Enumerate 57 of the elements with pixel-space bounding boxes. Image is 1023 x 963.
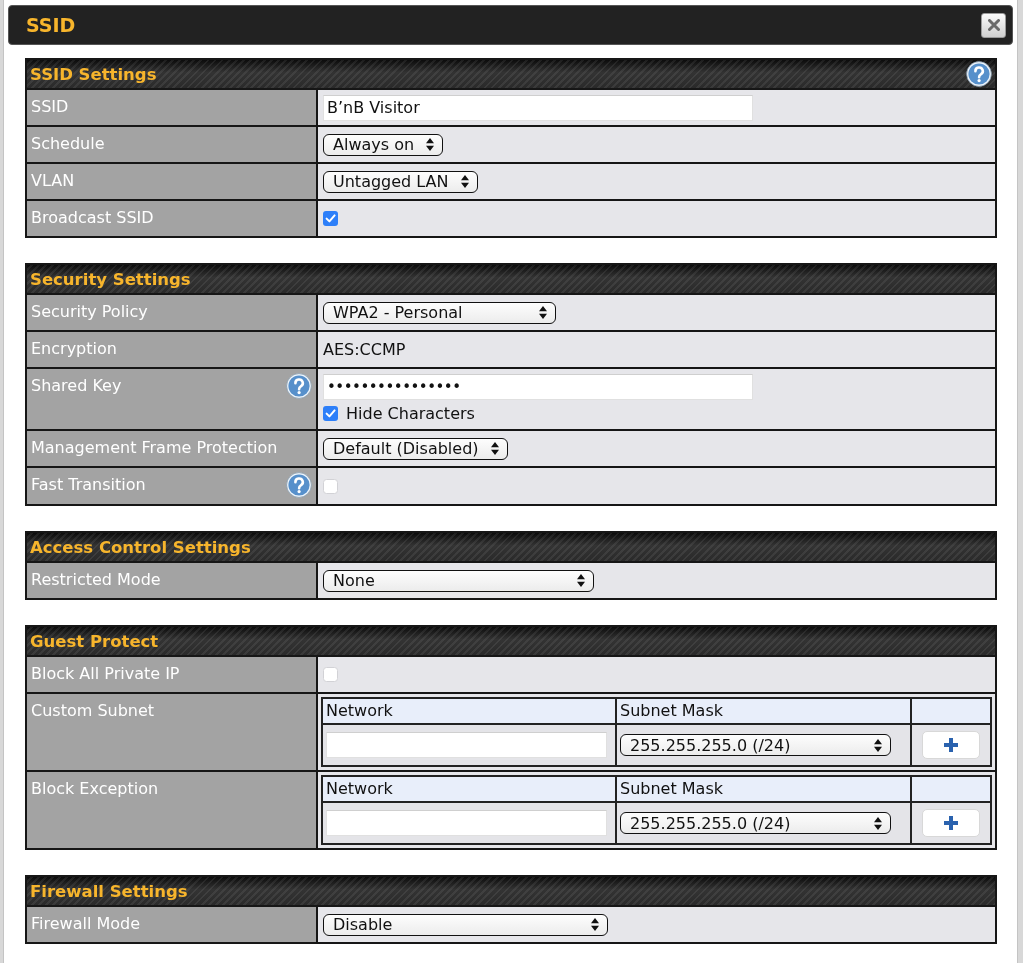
up-down-arrows-icon	[591, 918, 599, 931]
setting-label: Firewall Mode	[31, 914, 140, 934]
section-title: Firewall Settings	[30, 881, 188, 901]
up-down-arrows-icon	[874, 738, 882, 752]
checkbox[interactable]	[323, 667, 338, 682]
setting-label: Management Frame Protection	[31, 438, 278, 458]
dropdown[interactable]: 255.255.255.0 (/24)	[620, 812, 891, 834]
network-field[interactable]	[326, 732, 607, 758]
password-field[interactable]: ••••••••••••••••	[323, 374, 753, 400]
setting-label: Schedule	[31, 134, 105, 154]
checkbox[interactable]	[323, 478, 338, 494]
dropdown[interactable]: Untagged LAN	[323, 170, 478, 193]
text-field[interactable]: B’nB Visitor	[323, 94, 753, 121]
column-header: Subnet Mask	[617, 777, 910, 801]
help-icon[interactable]	[966, 61, 992, 87]
checkbox[interactable]	[323, 211, 338, 226]
up-down-arrows-icon	[460, 175, 469, 188]
checkbox[interactable]	[323, 406, 338, 421]
plus-icon	[943, 815, 959, 831]
setting-label: Fast Transition	[31, 475, 146, 495]
dropdown[interactable]: WPA2 - Personal	[323, 301, 556, 324]
dialog-title: SSID	[26, 14, 76, 36]
setting-label: SSID	[31, 97, 69, 117]
add-button[interactable]	[922, 809, 980, 837]
section-title: Guest Protect	[30, 631, 159, 651]
up-down-arrows-icon	[426, 138, 435, 151]
setting-label: Block All Private IP	[31, 664, 180, 684]
dropdown[interactable]: None	[323, 569, 594, 592]
up-down-arrows-icon	[539, 306, 547, 319]
setting-label: VLAN	[31, 171, 75, 191]
setting-label: Restricted Mode	[31, 570, 161, 590]
setting-label: Shared Key	[31, 376, 122, 396]
close-icon	[987, 19, 1000, 31]
column-header: Network	[323, 699, 615, 723]
setting-label: Security Policy	[31, 302, 148, 322]
setting-label: Encryption	[31, 339, 117, 359]
checkbox-label[interactable]: Hide Characters	[346, 404, 475, 423]
up-down-arrows-icon	[577, 574, 585, 587]
dropdown[interactable]: 255.255.255.0 (/24)	[620, 734, 891, 756]
network-field[interactable]	[326, 810, 607, 836]
column-header: Subnet Mask	[617, 699, 910, 723]
close-button[interactable]	[981, 12, 1006, 38]
plus-icon	[943, 737, 959, 753]
up-down-arrows-icon	[490, 442, 499, 455]
dropdown[interactable]: Default (Disabled)	[323, 437, 508, 460]
dropdown[interactable]: Disable	[323, 913, 608, 936]
column-header: Network	[323, 777, 615, 801]
section-title: Security Settings	[30, 269, 191, 289]
setting-value: AES:CCMP	[323, 340, 406, 359]
section-title: SSID Settings	[30, 64, 157, 84]
add-button[interactable]	[922, 731, 980, 759]
setting-label: Broadcast SSID	[31, 208, 154, 228]
setting-label: Custom Subnet	[31, 701, 155, 721]
section-title: Access Control Settings	[30, 537, 251, 557]
setting-label: Block Exception	[31, 779, 159, 799]
up-down-arrows-icon	[874, 816, 882, 830]
dropdown[interactable]: Always on	[323, 133, 444, 156]
